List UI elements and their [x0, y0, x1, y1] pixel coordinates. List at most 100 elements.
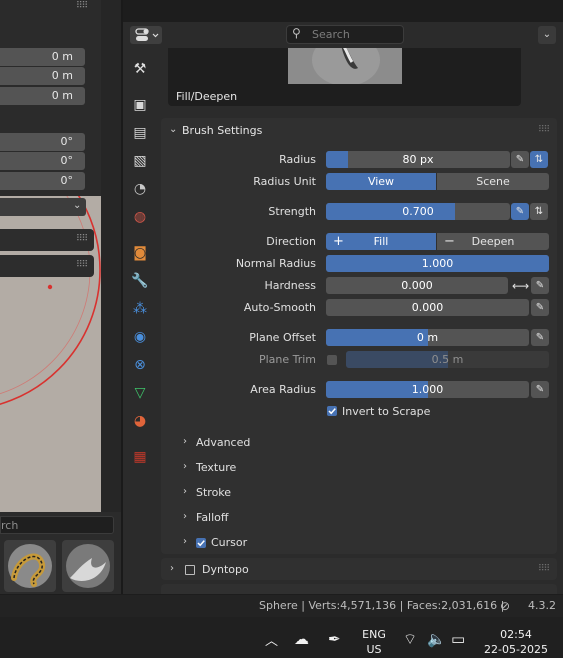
search-icon: ⚲ [292, 26, 301, 40]
rotation-z-field[interactable]: 0° [0, 172, 85, 190]
auto-smooth-value: 0.000 [411, 301, 444, 314]
auto-smooth-slider[interactable]: 0.000 [326, 299, 529, 316]
invert-to-scrape-label[interactable]: Invert to Scrape [342, 405, 430, 418]
rotation-y-field[interactable]: 0° [0, 152, 85, 170]
radius-slider[interactable]: 80 px [326, 151, 510, 168]
radius-unit-label: Radius Unit [253, 175, 316, 188]
strength-toggle-icon[interactable]: ⇅ [530, 203, 548, 220]
radius-unit-view[interactable]: View [326, 173, 436, 190]
clock-date: 22-05-2025 [484, 643, 548, 656]
scene-tab-icon[interactable]: ◔ [129, 178, 151, 200]
cursor-checkbox[interactable] [196, 538, 206, 548]
chevron-right-icon[interactable]: › [183, 536, 187, 547]
search-placeholder: Search [312, 28, 350, 41]
area-radius-label: Area Radius [250, 383, 316, 396]
world-tab-icon[interactable]: ◍ [129, 206, 151, 228]
strength-slider[interactable]: 0.700 [326, 203, 510, 220]
subpanel-texture[interactable]: Texture [196, 461, 236, 474]
plane-trim-label: Plane Trim [258, 353, 316, 366]
brush-thumbnail-2[interactable] [62, 540, 114, 592]
onedrive-icon[interactable]: ☁ [294, 630, 309, 648]
pressure-pen-icon[interactable]: ✎ [511, 203, 529, 220]
remesh-panel-partial[interactable] [161, 584, 557, 594]
area-separator[interactable] [101, 0, 121, 512]
minus-icon: − [444, 234, 455, 249]
panel-grip-icon[interactable]: ⠿⠿ [538, 564, 550, 574]
chevron-right-icon[interactable]: › [170, 563, 174, 574]
chevron-down-icon: ⌄ [73, 200, 82, 211]
location-x-field[interactable]: 0 m [0, 48, 85, 66]
chevron-right-icon[interactable]: › [183, 486, 187, 497]
strength-label: Strength [268, 205, 316, 218]
tool-tab-icon[interactable]: ⚒ [129, 58, 151, 80]
subpanel-falloff[interactable]: Falloff [196, 511, 228, 524]
subpanel-stroke[interactable]: Stroke [196, 486, 231, 499]
properties-editor-icon [135, 28, 159, 41]
language-indicator[interactable]: ENG US [360, 627, 388, 657]
constraints-tab-icon[interactable]: ⊗ [129, 354, 151, 376]
particles-tab-icon[interactable]: ⁂ [129, 298, 151, 320]
clock[interactable]: 02:54 22-05-2025 [480, 627, 552, 657]
plane-offset-slider[interactable]: 0 m [326, 329, 529, 346]
location-z-field[interactable]: 0 m [0, 87, 85, 105]
panel-grip-icon[interactable]: ⠿⠿ [538, 125, 550, 135]
dyntopo-checkbox[interactable] [185, 565, 195, 575]
radius-value: 80 px [402, 153, 434, 166]
chevron-right-icon[interactable]: › [183, 461, 187, 472]
render-tab-icon[interactable]: ▣ [129, 94, 151, 116]
direction-fill-button[interactable]: + Fill [326, 233, 436, 250]
subpanel-advanced[interactable]: Advanced [196, 436, 250, 449]
radius-lock-icon[interactable]: ⇅ [530, 151, 548, 168]
brush-stroke-icon [8, 544, 52, 588]
area-radius-slider[interactable]: 1.000 [326, 381, 529, 398]
invert-to-scrape-checkbox[interactable] [327, 406, 337, 416]
view-layer-tab-icon[interactable]: ▧ [129, 150, 151, 172]
radius-unit-scene[interactable]: Scene [437, 173, 549, 190]
hardness-label: Hardness [264, 279, 316, 292]
dyntopo-label[interactable]: Dyntopo [202, 563, 249, 576]
pressure-pen-icon[interactable]: ✎ [531, 277, 549, 294]
wifi-icon[interactable]: ⌔ [403, 630, 417, 649]
pressure-pen-icon[interactable]: ✎ [531, 329, 549, 346]
scrollbar[interactable] [558, 48, 563, 594]
asset-search-input[interactable]: rch [0, 516, 114, 534]
blender-version: 4.3.2 [528, 599, 556, 612]
data-tab-icon[interactable]: ▽ [129, 382, 151, 404]
hardness-slider[interactable]: 0.000 [326, 277, 508, 294]
direction-label: Direction [266, 235, 316, 248]
checkmark-icon [328, 408, 336, 415]
pressure-pen-icon[interactable]: ✎ [531, 299, 549, 316]
direction-deepen-label: Deepen [471, 235, 515, 248]
invert-hardness-icon[interactable]: ⟷ [512, 279, 529, 293]
editor-type-dropdown[interactable] [130, 26, 162, 44]
speaker-icon[interactable]: 🔈 [427, 630, 446, 648]
output-tab-icon[interactable]: ▤ [129, 122, 151, 144]
brush-thumbnail-1[interactable] [4, 540, 56, 592]
panel-title[interactable]: Brush Settings [182, 124, 262, 137]
radius-label: Radius [279, 153, 316, 166]
material-tab-icon[interactable]: ◕ [129, 410, 151, 432]
physics-tab-icon[interactable]: ◉ [129, 326, 151, 348]
pressure-pen-icon[interactable]: ✎ [511, 151, 529, 168]
subpanel-cursor[interactable]: Cursor [211, 536, 247, 549]
keyboard-region: US [366, 643, 382, 656]
plane-offset-label: Plane Offset [249, 331, 316, 344]
chevron-up-icon[interactable]: ︿ [265, 630, 278, 649]
battery-icon[interactable]: ▭ [451, 630, 465, 648]
texture-tab-icon[interactable]: ▦ [129, 446, 151, 468]
plane-trim-slider[interactable]: 0.5 m [346, 351, 549, 368]
chevron-right-icon[interactable]: › [183, 511, 187, 522]
chevron-right-icon[interactable]: › [183, 436, 187, 447]
normal-radius-slider[interactable]: 1.000 [326, 255, 549, 272]
pen-icon[interactable]: ✒ [328, 630, 341, 648]
chevron-down-icon[interactable]: ⌄ [169, 124, 177, 135]
location-y-field[interactable]: 0 m [0, 67, 85, 85]
direction-deepen-button[interactable]: − Deepen [437, 233, 549, 250]
strength-value: 0.700 [402, 205, 434, 218]
rotation-x-field[interactable]: 0° [0, 133, 85, 151]
chevron-down-icon[interactable]: ⌄ [538, 26, 556, 44]
object-tab-icon[interactable]: ◙ [129, 242, 151, 264]
plane-trim-checkbox[interactable] [327, 355, 337, 365]
modifier-tab-icon[interactable]: 🔧 [129, 270, 151, 292]
pressure-pen-icon[interactable]: ✎ [531, 381, 549, 398]
